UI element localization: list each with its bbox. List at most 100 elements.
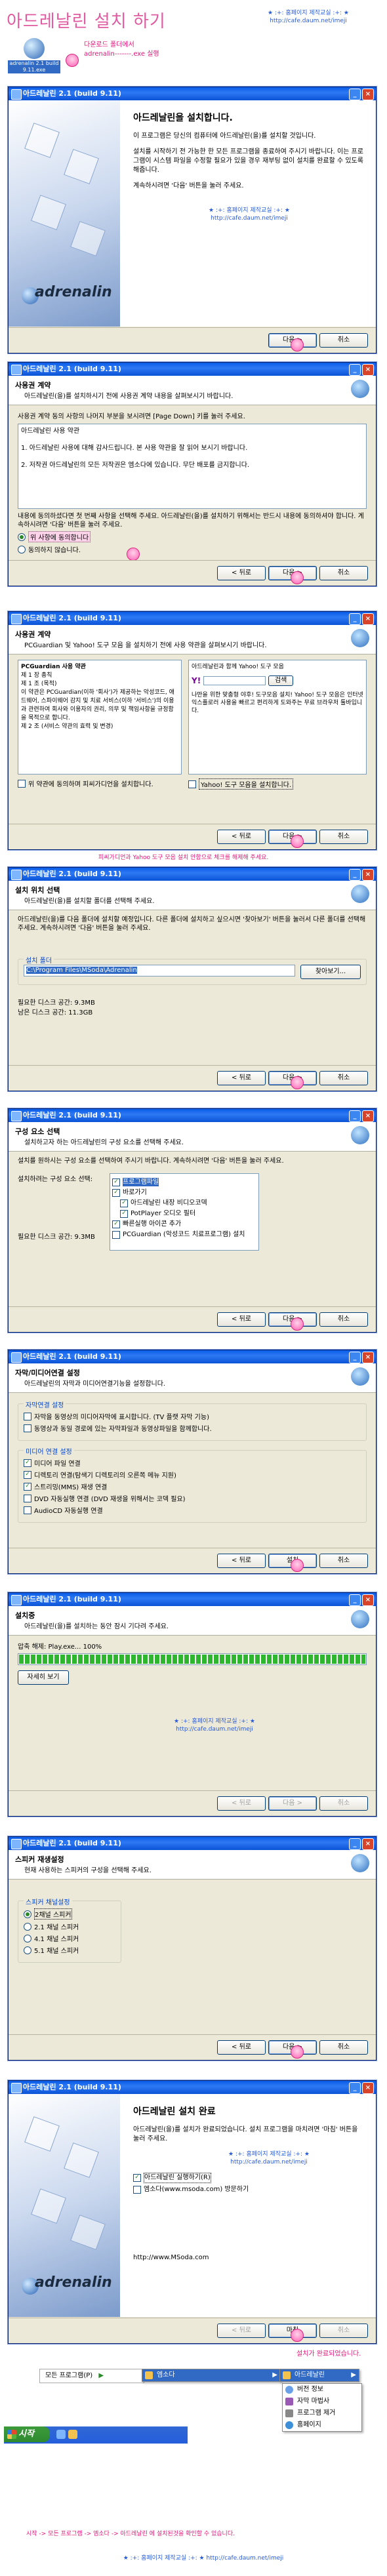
menu-label: 버전 정보 (297, 2386, 323, 2393)
minimize-icon[interactable]: _ (349, 1110, 361, 1122)
installer-window-yahoo: 아드레날린 2.1 (build 9.11) _ × 사용권 계약 PCGuardi… (8, 611, 377, 850)
close-icon[interactable]: × (362, 1352, 374, 1363)
close-icon[interactable]: × (362, 1594, 374, 1606)
back-button[interactable]: < 뒤로 (217, 1312, 266, 1327)
next-button[interactable]: 다음 > (268, 1796, 317, 1811)
checkbox-checked-icon: ✓ (133, 2174, 141, 2182)
adrenalin-submenu: 버전 정보 자막 마법사 프로그램 제거 홈페이지 (282, 2383, 362, 2432)
media-option[interactable]: ✓ 미디어 파일 연결 (24, 1458, 361, 1468)
msoda-url[interactable]: http://www.MSoda.com (133, 2253, 365, 2263)
disagree-radio[interactable]: 동의하지 않습니다. (18, 544, 367, 554)
media-option[interactable]: ✓ 스트리밍(MMS) 재생 연결 (24, 1481, 361, 1491)
pcguardian-checkbox-label: 위 약관에 동의하며 피씨가디언을 설치합니다. (28, 781, 153, 788)
details-button[interactable]: 자세히 보기 (18, 1670, 69, 1685)
minimize-icon[interactable]: _ (349, 869, 361, 881)
visit-msoda-checkbox[interactable]: 엠소다(www.msoda.com) 방문하기 (133, 2185, 365, 2194)
minimize-icon[interactable]: _ (349, 613, 361, 625)
credit-top: ★ :+: 홈페이지 제작교실 :+: ★ http://cafe.daum.n… (249, 9, 367, 25)
component-item[interactable]: ✓ 프로그램파일 (112, 1178, 256, 1186)
component-item[interactable]: PCGuardian (악성코드 치료프로그램) 설치 (112, 1230, 256, 1239)
close-icon[interactable]: × (362, 89, 374, 100)
note-start: 시작 -> 모든 프로그램 -> 엠소다 -> 아드레날린 에 설치된것을 확인… (26, 2531, 235, 2537)
yahoo-checkbox[interactable]: Yahoo! 도구 모음을 설치합니다. (188, 778, 367, 790)
close-icon[interactable]: × (362, 2082, 374, 2094)
arrow-right-icon: ▶ (98, 2372, 104, 2379)
close-icon[interactable]: × (362, 1838, 374, 1850)
header-title: 설치중 (15, 1611, 35, 1620)
back-button[interactable]: < 뒤로 (217, 1796, 266, 1811)
brand-name: adrenalin (35, 284, 112, 300)
minimize-icon[interactable]: _ (349, 1352, 361, 1363)
back-button[interactable]: < 뒤로 (217, 830, 266, 844)
menu-item-version[interactable]: 버전 정보 (283, 2384, 361, 2396)
speaker-option[interactable]: 2.1 채널 스피커 (24, 1922, 115, 1931)
globe-icon (285, 2421, 293, 2429)
menu-item-uninstall[interactable]: 프로그램 제거 (283, 2407, 361, 2419)
components-tree[interactable]: ✓ 프로그램파일 ✓ 바로가기 ✓ 아드레날린 내장 비디오코덱 ✓ PotPlayer… (110, 1173, 259, 1251)
cancel-button[interactable]: 취소 (319, 2324, 368, 2338)
cancel-button[interactable]: 취소 (319, 2040, 368, 2055)
menu-item-msoda[interactable]: 엠소다 ▶ (142, 2369, 280, 2381)
component-item[interactable]: ✓ PotPlayer 오디오 필터 (112, 1209, 256, 1218)
checkbox-unchecked-icon (24, 1412, 31, 1420)
run-adrenalin-checkbox[interactable]: ✓ 아드레날린 실행하기(R) (133, 2173, 365, 2183)
close-icon[interactable]: × (362, 364, 374, 376)
back-button[interactable]: < 뒤로 (217, 1554, 266, 1568)
browse-button[interactable]: 찾아보기... (300, 965, 361, 979)
subtitle-option[interactable]: 자막을 동영상의 미디어자막에 표시합니다. (TV 플랫 자막 기능) (24, 1411, 361, 1421)
cancel-button[interactable]: 취소 (319, 1554, 368, 1568)
yahoo-search-button[interactable]: 검색 (268, 675, 294, 686)
back-button[interactable]: < 뒤로 (217, 2040, 266, 2055)
cancel-button[interactable]: 취소 (319, 830, 368, 844)
minimize-icon[interactable]: _ (349, 89, 361, 100)
desktop-installer-icon[interactable]: adrenalin 2.1 build 9.11.exe (8, 38, 60, 73)
start-button[interactable]: 시작 (4, 2426, 50, 2442)
header-subtitle: PCGuardian 및 Yahoo! 도구 모음 을 설치하기 전에 사용 약… (24, 642, 267, 649)
welcome-p3: 계속하시려면 '다음' 버튼을 눌러 주세요. (133, 182, 244, 190)
window-title: 아드레날린 2.1 (build 9.11) (23, 1111, 121, 1119)
pcguardian-terms[interactable]: PCGuardian 사용 약관 제 1 장 총칙 제 1 조 (목적) 이 약… (18, 660, 182, 775)
component-item[interactable]: ✓ 빠른실행 아이콘 추가 (112, 1220, 256, 1228)
menu-item-subtitle-wizard[interactable]: 자막 마법사 (283, 2396, 361, 2407)
pcguardian-checkbox[interactable]: 위 약관에 동의하며 피씨가디언을 설치합니다. (18, 778, 182, 788)
component-item[interactable]: ✓ 아드레날린 내장 비디오코덱 (112, 1199, 256, 1207)
minimize-icon[interactable]: _ (349, 2082, 361, 2094)
menu-item-homepage[interactable]: 홈페이지 (283, 2419, 361, 2431)
subtitle-option[interactable]: 동영상과 동일 경로에 있는 자막파일과 동영상파일을 함께합니다. (24, 1423, 361, 1433)
license-textarea[interactable]: 아드레날린 사용 약관 1. 아드레날린 사용에 대해 감사드립니다. 본 사용… (18, 424, 367, 509)
back-button[interactable]: < 뒤로 (217, 2324, 266, 2338)
cancel-button[interactable]: 취소 (319, 566, 368, 580)
minimize-icon[interactable]: _ (349, 364, 361, 376)
install-path-input[interactable]: C:\Program Files\MSoda\Adrenalin (24, 965, 295, 976)
page-header: 설치 위치 선택 아드레날린(을)를 설치할 폴더를 선택해 주세요. (9, 881, 376, 910)
back-button[interactable]: < 뒤로 (217, 566, 266, 580)
media-option[interactable]: AudioCD 자동실행 연결 (24, 1505, 361, 1515)
installer-window-finish: 아드레날린 2.1 (build 9.11) _ × adrenalin 아드레날… (8, 2080, 377, 2344)
cancel-button[interactable]: 취소 (319, 333, 368, 348)
media-option[interactable]: ✓ 디렉토리 연결(탐색기 디렉토리의 오른쪽 메뉴 지원) (24, 1470, 361, 1479)
header-subtitle: 아드레날린(을)를 설치하시기 전에 사용권 계약 내용을 살펴보시기 바랍니다… (24, 393, 234, 400)
window-title: 아드레날린 2.1 (build 9.11) (23, 1595, 121, 1603)
component-item[interactable]: ✓ 바로가기 (112, 1188, 256, 1197)
close-icon[interactable]: × (362, 613, 374, 625)
menu-item-adrenalin[interactable]: 아드레날린 ▶ (280, 2369, 359, 2381)
brand-name: adrenalin (35, 2274, 112, 2291)
header-subtitle: 아드레날린의 자막과 미디어연결기능을 설정합니다. (24, 1380, 166, 1388)
speaker-option[interactable]: 5.1 채널 스피커 (24, 1945, 115, 1955)
media-option[interactable]: DVD 자동실행 연결 (DVD 재생을 위해서는 코덱 필요) (24, 1493, 361, 1503)
minimize-icon[interactable]: _ (349, 1594, 361, 1606)
back-button[interactable]: < 뒤로 (217, 1071, 266, 1085)
cancel-button[interactable]: 취소 (319, 1312, 368, 1327)
close-icon[interactable]: × (362, 1110, 374, 1122)
all-programs-item[interactable]: 모든 프로그램(P) ▶ (39, 2369, 144, 2383)
cancel-button[interactable]: 취소 (319, 1071, 368, 1085)
option-label: 스트리밍(MMS) 재생 연결 (34, 1484, 108, 1491)
yahoo-search-input[interactable] (203, 676, 266, 685)
speaker-option[interactable]: 2채널 스피커 (24, 1908, 115, 1920)
speaker-option[interactable]: 4.1 채널 스피커 (24, 1933, 115, 1943)
subtitle-settings-group: 자막연결 설정 자막을 동영상의 미디어자막에 표시합니다. (TV 플랫 자막… (18, 1399, 367, 1441)
cancel-button[interactable]: 취소 (319, 1796, 368, 1811)
minimize-icon[interactable]: _ (349, 1838, 361, 1850)
close-icon[interactable]: × (362, 869, 374, 881)
agree-radio[interactable]: 위 사항에 동의합니다 (18, 531, 367, 542)
